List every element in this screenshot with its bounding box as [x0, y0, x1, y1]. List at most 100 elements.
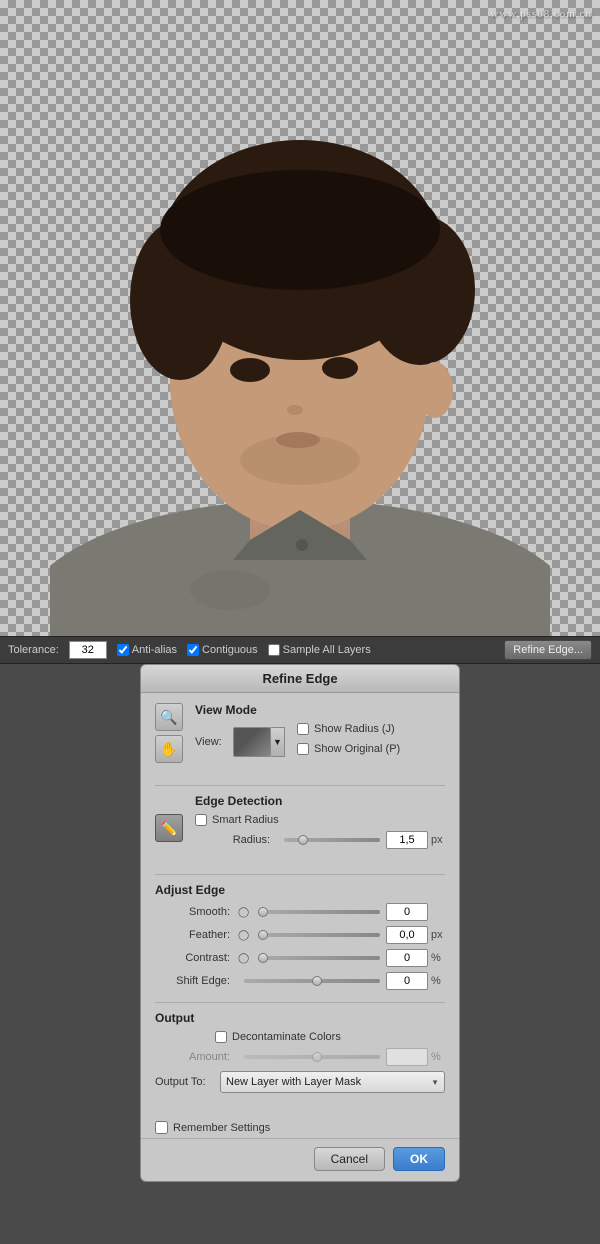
dialog-body: 🔍 ✋ View Mode View: ▼ — [141, 693, 459, 1115]
sample-all-layers-checkbox[interactable] — [268, 644, 280, 656]
show-original-label: Show Original (P) — [314, 743, 400, 755]
smart-radius-checkbox[interactable] — [195, 814, 207, 826]
brush-tool-button[interactable]: ✏️ — [155, 814, 183, 842]
radius-slider-thumb[interactable] — [298, 835, 308, 845]
amount-label: Amount: — [155, 1051, 230, 1063]
divider-2 — [155, 874, 445, 875]
shift-edge-slider-track[interactable] — [244, 979, 380, 983]
decontaminate-row: Decontaminate Colors — [215, 1031, 445, 1043]
contrast-row: Contrast: ◯ % — [155, 949, 445, 967]
remember-settings-checkbox[interactable] — [155, 1121, 168, 1134]
output-section: Output Decontaminate Colors Amount: % Ou… — [155, 1011, 445, 1093]
view-thumb-img — [234, 728, 270, 756]
amount-input — [386, 1048, 428, 1066]
anti-alias-label: Anti-alias — [132, 644, 177, 656]
ok-button[interactable]: OK — [393, 1147, 445, 1171]
feather-slider-container: ◯ — [238, 930, 386, 941]
contrast-icon: ◯ — [238, 953, 249, 964]
tolerance-label: Tolerance: — [8, 644, 59, 656]
radius-slider-track[interactable] — [284, 838, 380, 842]
show-radius-checkbox[interactable] — [297, 723, 309, 735]
contiguous-group: Contiguous — [187, 644, 258, 656]
shift-edge-label: Shift Edge: — [155, 975, 230, 987]
smooth-input[interactable] — [386, 903, 428, 921]
view-label: View: — [195, 736, 225, 748]
amount-unit: % — [431, 1051, 445, 1063]
radius-label: Radius: — [195, 834, 270, 846]
amount-slider-thumb — [312, 1052, 322, 1062]
dialog-footer: Cancel OK — [141, 1138, 459, 1181]
feather-slider-track[interactable] — [258, 933, 380, 937]
toolbar: Tolerance: Anti-alias Contiguous Sample … — [0, 636, 600, 664]
output-title: Output — [155, 1011, 445, 1025]
contrast-input[interactable] — [386, 949, 428, 967]
smooth-row: Smooth: ◯ — [155, 903, 445, 921]
show-radius-row: Show Radius (J) — [297, 723, 400, 735]
output-to-label: Output To: — [155, 1076, 220, 1088]
view-mode-title: View Mode — [195, 703, 445, 717]
watermark: www.pss88.com.cn — [490, 8, 592, 20]
anti-alias-group: Anti-alias — [117, 644, 177, 656]
divider-1 — [155, 785, 445, 786]
brush-icon: ✏️ — [160, 820, 177, 837]
output-to-select[interactable]: New Layer with Layer Mask ▼ — [220, 1071, 445, 1093]
smart-radius-label: Smart Radius — [212, 814, 279, 826]
remember-settings-label: Remember Settings — [173, 1122, 270, 1134]
smooth-slider-thumb[interactable] — [258, 907, 268, 917]
shift-edge-row: Shift Edge: % — [155, 972, 445, 990]
contrast-slider-container: ◯ — [238, 953, 386, 964]
contiguous-checkbox[interactable] — [187, 644, 199, 656]
output-to-value: New Layer with Layer Mask — [226, 1076, 361, 1088]
amount-row: Amount: % — [155, 1048, 445, 1066]
feather-unit: px — [431, 929, 445, 941]
anti-alias-checkbox[interactable] — [117, 644, 129, 656]
radius-input[interactable] — [386, 831, 428, 849]
feather-label: Feather: — [155, 929, 230, 941]
view-thumbnail[interactable] — [233, 727, 271, 757]
radius-row: Radius: px — [195, 831, 445, 849]
edge-detection-section: Edge Detection Smart Radius Radius: px — [195, 794, 445, 854]
output-to-row: Output To: New Layer with Layer Mask ▼ — [155, 1071, 445, 1093]
edge-detection-title: Edge Detection — [195, 794, 445, 808]
top-section: 🔍 ✋ View Mode View: ▼ — [155, 703, 445, 777]
contrast-slider-track[interactable] — [258, 956, 380, 960]
dialog-titlebar: Refine Edge — [141, 665, 459, 693]
hand-tool-button[interactable]: ✋ — [155, 735, 183, 763]
contrast-label: Contrast: — [155, 952, 230, 964]
shift-edge-slider-thumb[interactable] — [312, 976, 322, 986]
sample-all-layers-group: Sample All Layers — [268, 644, 371, 656]
person-image — [50, 0, 550, 636]
cancel-button[interactable]: Cancel — [314, 1147, 385, 1171]
divider-3 — [155, 1002, 445, 1003]
hand-icon: ✋ — [160, 741, 177, 758]
view-dropdown-arrow[interactable]: ▼ — [271, 727, 285, 757]
dialog-title: Refine Edge — [262, 671, 337, 686]
feather-slider-thumb[interactable] — [258, 930, 268, 940]
zoom-icon: 🔍 — [160, 709, 177, 726]
edge-detection-wrapper: ✏️ Edge Detection Smart Radius Radius: — [155, 794, 445, 866]
show-original-row: Show Original (P) — [297, 743, 400, 755]
dialog-tools: 🔍 ✋ — [155, 703, 187, 763]
contrast-slider-thumb[interactable] — [258, 953, 268, 963]
canvas-area: www.pss88.com.cn — [0, 0, 600, 636]
tolerance-input[interactable] — [69, 641, 107, 659]
refine-edge-button[interactable]: Refine Edge... — [504, 640, 592, 660]
shift-edge-unit: % — [431, 975, 445, 987]
refine-edge-dialog: Refine Edge 🔍 ✋ View Mode View — [140, 664, 460, 1182]
radius-unit: px — [431, 834, 445, 846]
decontaminate-checkbox[interactable] — [215, 1031, 227, 1043]
feather-input[interactable] — [386, 926, 428, 944]
dialog-overlay: Refine Edge 🔍 ✋ View Mode View — [0, 664, 600, 1202]
decontaminate-label: Decontaminate Colors — [232, 1031, 341, 1043]
smooth-slider-track[interactable] — [258, 910, 380, 914]
feather-row: Feather: ◯ px — [155, 926, 445, 944]
brush-tool-area: ✏️ — [155, 794, 187, 866]
smooth-label: Smooth: — [155, 906, 230, 918]
show-options: Show Radius (J) Show Original (P) — [297, 723, 400, 760]
smart-radius-row: Smart Radius — [195, 814, 445, 826]
remember-settings-row: Remember Settings — [141, 1115, 459, 1138]
zoom-tool-button[interactable]: 🔍 — [155, 703, 183, 731]
show-original-checkbox[interactable] — [297, 743, 309, 755]
contrast-unit: % — [431, 952, 445, 964]
shift-edge-input[interactable] — [386, 972, 428, 990]
